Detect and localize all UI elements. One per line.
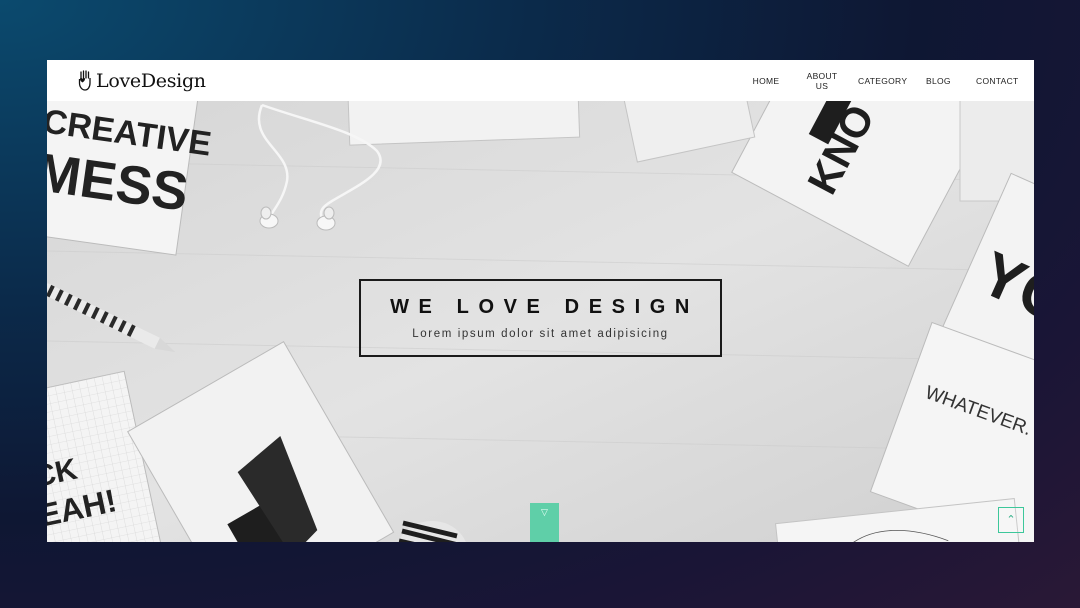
nav-blog[interactable]: BLOG	[926, 76, 951, 86]
hero-title: WE LOVE DESIGN	[390, 296, 699, 318]
hero-subtitle: Lorem ipsum dolor sit amet adipisicing	[412, 328, 669, 340]
double-chevron-up-icon: ⌃	[1006, 513, 1016, 526]
logo-text: LoveDesign	[96, 70, 206, 92]
logo[interactable]: LoveDesign	[78, 68, 206, 94]
chevron-down-icon: ▽	[541, 507, 548, 517]
back-to-top-button[interactable]: ⌃	[998, 507, 1024, 533]
hero-section: CREATIVE MESS KNO YO WHATEVER. CK EAH! W…	[47, 101, 1034, 542]
website-frame: LoveDesign HOME ABOUT US CATEGORY BLOG C…	[47, 60, 1034, 542]
nav-home[interactable]: HOME	[751, 76, 781, 86]
nav-about-us[interactable]: ABOUT US	[801, 71, 843, 91]
navbar: LoveDesign HOME ABOUT US CATEGORY BLOG C…	[47, 60, 1034, 101]
scroll-down-button[interactable]: ▽	[530, 503, 559, 542]
nav-contact[interactable]: CONTACT	[976, 76, 1018, 86]
hand-heart-icon	[78, 70, 91, 91]
nav-category[interactable]: CATEGORY	[858, 76, 907, 86]
hero-title-box: WE LOVE DESIGN Lorem ipsum dolor sit ame…	[359, 279, 722, 357]
